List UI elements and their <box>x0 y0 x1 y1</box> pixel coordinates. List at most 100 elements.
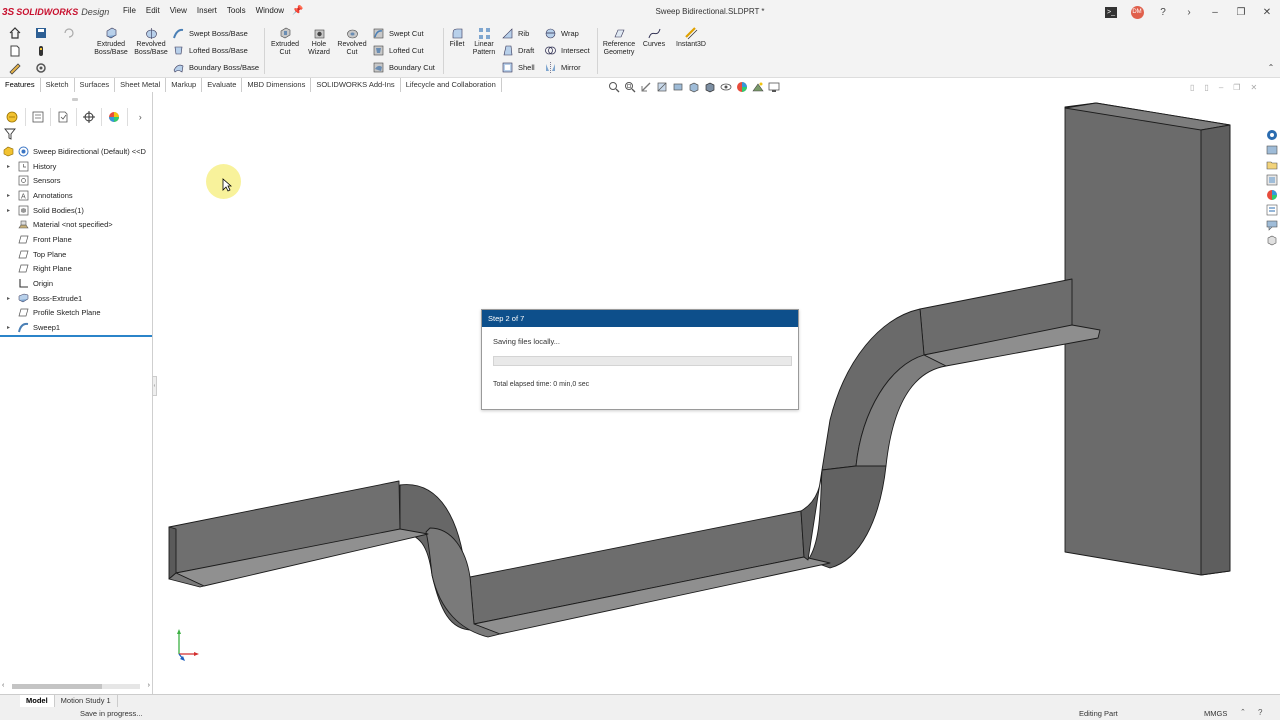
tab-property-manager[interactable] <box>26 108 51 126</box>
expand-arrow-icon[interactable]: ▸ <box>4 192 13 199</box>
custom-properties-icon[interactable] <box>1266 204 1278 216</box>
viewport-next-icon[interactable]: ▯ <box>1204 83 1208 92</box>
viewport-minimize-icon[interactable]: – <box>1219 83 1223 92</box>
curves-button[interactable]: Curves <box>640 27 668 49</box>
tree-item-solid-bodies[interactable]: ▸ Solid Bodies(1) <box>0 203 153 218</box>
display-style-icon[interactable] <box>704 81 716 93</box>
close-button[interactable]: ✕ <box>1254 0 1280 24</box>
view-settings-icon[interactable] <box>768 81 780 93</box>
scroll-left-icon[interactable]: ‹ <box>2 682 4 689</box>
tab-features[interactable]: Features <box>0 78 41 92</box>
swept-boss-button[interactable]: Swept Boss/Base <box>173 28 248 39</box>
reference-geometry-button[interactable]: Reference Geometry <box>600 27 638 57</box>
view-orientation-icon[interactable] <box>688 81 700 93</box>
rib-button[interactable]: Rib <box>502 28 529 39</box>
save-icon[interactable] <box>34 26 48 40</box>
tree-item-sweep1[interactable]: ▸ Sweep1 <box>0 320 153 335</box>
design-library-icon[interactable] <box>1266 144 1278 156</box>
expand-arrow-icon[interactable]: ▸ <box>4 207 13 214</box>
zoom-to-fit-icon[interactable] <box>608 81 620 93</box>
lofted-cut-button[interactable]: Lofted Cut <box>373 45 424 56</box>
tab-lifecycle-collaboration[interactable]: Lifecycle and Collaboration <box>401 78 502 92</box>
tree-item-top-plane[interactable]: Top Plane <box>0 247 153 262</box>
tab-markup[interactable]: Markup <box>166 78 203 92</box>
tree-item-history[interactable]: ▸ History <box>0 159 153 174</box>
tree-item-right-plane[interactable]: Right Plane <box>0 262 153 277</box>
tab-feature-manager[interactable] <box>0 108 26 126</box>
tree-item-material[interactable]: Material <not specified> <box>0 217 153 232</box>
draft-button[interactable]: Draft <box>502 45 534 56</box>
hide-show-items-icon[interactable] <box>720 81 732 93</box>
expand-arrow-icon[interactable]: ▸ <box>4 295 13 302</box>
help-icon[interactable]: ? <box>1150 0 1176 24</box>
section-view-icon[interactable] <box>656 81 668 93</box>
tab-motion-study-1[interactable]: Motion Study 1 <box>55 695 118 707</box>
revolved-boss-button[interactable]: Revolved Boss/Base <box>132 27 170 57</box>
options-arrow-icon[interactable]: › <box>1176 0 1202 24</box>
appearances-icon[interactable] <box>1266 189 1278 201</box>
panel-horizontal-scrollbar[interactable]: ‹ › <box>2 682 150 690</box>
intersect-button[interactable]: Intersect <box>545 45 590 56</box>
tab-configuration-manager[interactable] <box>51 108 77 126</box>
boundary-boss-button[interactable]: Boundary Boss/Base <box>173 62 259 73</box>
tab-display-manager[interactable] <box>102 108 128 126</box>
mirror-button[interactable]: Mirror <box>545 62 581 73</box>
instant3d-button[interactable]: Instant3D <box>672 27 710 49</box>
scroll-thumb[interactable] <box>12 684 102 689</box>
expand-arrow-icon[interactable]: ▸ <box>4 324 13 331</box>
fillet-button[interactable]: Fillet <box>446 27 468 49</box>
dynamic-annotation-icon[interactable] <box>672 81 684 93</box>
collapse-ribbon-icon[interactable]: ⌃ <box>1264 60 1278 74</box>
undo-icon[interactable] <box>62 26 76 40</box>
tree-root-part[interactable]: Sweep Bidirectional (Default) <<D <box>0 144 153 159</box>
tab-dimxpert-manager[interactable] <box>77 108 102 126</box>
sketch-tool-icon[interactable] <box>8 61 22 75</box>
zoom-to-area-icon[interactable] <box>624 81 636 93</box>
tree-item-origin[interactable]: Origin <box>0 276 153 291</box>
extruded-cut-button[interactable]: Extruded Cut <box>267 27 303 57</box>
tree-item-annotations[interactable]: ▸ A Annotations <box>0 188 153 203</box>
tree-item-front-plane[interactable]: Front Plane <box>0 232 153 247</box>
forum-icon[interactable] <box>1266 219 1278 231</box>
viewport-restore-icon[interactable]: ❐ <box>1233 83 1240 92</box>
lofted-boss-button[interactable]: Lofted Boss/Base <box>173 45 248 56</box>
panel-splitter-handle[interactable] <box>72 98 78 101</box>
linear-pattern-button[interactable]: Linear Pattern <box>470 27 498 57</box>
unit-system[interactable]: MMGS <box>1204 709 1227 718</box>
solidworks-resources-icon[interactable] <box>1266 129 1278 141</box>
tab-sheet-metal[interactable]: Sheet Metal <box>115 78 167 92</box>
tree-item-boss-extrude1[interactable]: ▸ Boss-Extrude1 <box>0 291 153 306</box>
options-gear-icon[interactable] <box>34 61 48 75</box>
boundary-cut-button[interactable]: Boundary Cut <box>373 62 435 73</box>
unit-dropdown-icon[interactable]: ⌃ <box>1240 708 1246 716</box>
swept-cut-button[interactable]: Swept Cut <box>373 28 424 39</box>
rollback-bar[interactable] <box>0 335 152 337</box>
tab-model[interactable]: Model <box>20 695 55 707</box>
restore-button[interactable]: ❐ <box>1228 0 1254 24</box>
expand-arrow-icon[interactable]: ▸ <box>4 163 13 170</box>
viewport-previous-icon[interactable]: ▯ <box>1190 83 1194 92</box>
command-search-icon[interactable]: >_ <box>1098 0 1124 24</box>
revolved-cut-button[interactable]: Revolved Cut <box>335 27 369 57</box>
filter-icon[interactable] <box>4 128 16 140</box>
tab-solidworks-add-ins[interactable]: SOLIDWORKS Add-Ins <box>311 78 401 92</box>
rebuild-icon[interactable] <box>34 44 48 58</box>
tree-item-profile-sketch-plane[interactable]: Profile Sketch Plane <box>0 306 153 321</box>
viewport-close-icon[interactable]: ✕ <box>1250 83 1257 92</box>
shell-button[interactable]: Shell <box>502 62 535 73</box>
tab-surfaces[interactable]: Surfaces <box>75 78 116 92</box>
previous-view-icon[interactable] <box>640 81 652 93</box>
view-palette-icon[interactable] <box>1266 174 1278 186</box>
tab-evaluate[interactable]: Evaluate <box>202 78 243 92</box>
home-icon[interactable] <box>8 26 22 40</box>
more-tabs-arrow-icon[interactable]: › <box>128 108 153 126</box>
tab-sketch[interactable]: Sketch <box>41 78 75 92</box>
user-avatar[interactable]: DM <box>1124 0 1150 24</box>
status-help-icon[interactable]: ? <box>1258 708 1262 717</box>
extruded-boss-button[interactable]: Extruded Boss/Base <box>93 27 129 57</box>
minimize-button[interactable]: – <box>1202 0 1228 24</box>
tab-mbd-dimensions[interactable]: MBD Dimensions <box>242 78 312 92</box>
new-document-icon[interactable] <box>8 44 22 58</box>
hole-wizard-button[interactable]: Hole Wizard <box>303 27 335 57</box>
reference-triad[interactable] <box>170 626 204 662</box>
